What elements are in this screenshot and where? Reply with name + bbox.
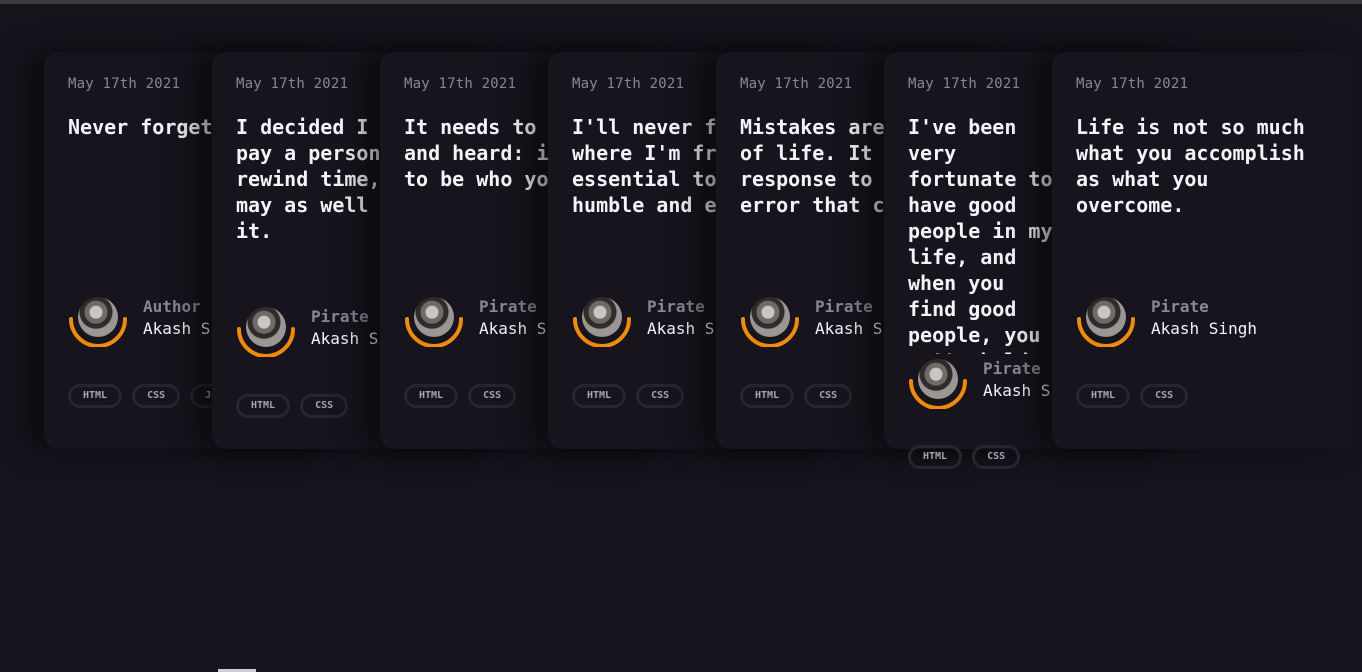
- avatar[interactable]: [404, 297, 464, 347]
- card-date: May 17th 2021: [1076, 76, 1189, 92]
- tag-list: HTML CSS: [908, 445, 1021, 469]
- avatar-photo: [750, 297, 790, 337]
- card-stack: May 17th 2021 Never forget that you are …: [0, 0, 1362, 672]
- author-name[interactable]: Akash Singh: [1151, 319, 1257, 338]
- tag-css[interactable]: CSS: [132, 384, 181, 408]
- author-role: Author: [143, 297, 201, 316]
- card-quote: I've been very fortunate to have good pe…: [908, 115, 1053, 354]
- tag-list: HTML CSS: [740, 384, 853, 408]
- card-date: May 17th 2021: [404, 76, 517, 92]
- tag-css[interactable]: CSS: [300, 394, 349, 418]
- tag-html[interactable]: HTML: [908, 445, 963, 469]
- avatar-photo: [246, 307, 286, 347]
- tag-html[interactable]: HTML: [1076, 384, 1131, 408]
- avatar[interactable]: [1076, 297, 1136, 347]
- tag-html[interactable]: HTML: [404, 384, 459, 408]
- tag-html[interactable]: HTML: [68, 384, 123, 408]
- author-role: Pirate: [311, 307, 369, 326]
- avatar[interactable]: [740, 297, 800, 347]
- avatar[interactable]: [908, 359, 968, 409]
- avatar[interactable]: [68, 297, 128, 347]
- tag-list: HTML CSS: [404, 384, 517, 408]
- card-date: May 17th 2021: [572, 76, 685, 92]
- author-role: Pirate: [479, 297, 537, 316]
- avatar-photo: [78, 297, 118, 337]
- card-date: May 17th 2021: [740, 76, 853, 92]
- tag-css[interactable]: CSS: [1140, 384, 1189, 408]
- tag-html[interactable]: HTML: [236, 394, 291, 418]
- card-date: May 17th 2021: [68, 76, 181, 92]
- card-date: May 17th 2021: [908, 76, 1021, 92]
- quote-card[interactable]: May 17th 2021 Life is not so much what y…: [1052, 52, 1350, 449]
- author-role: Pirate: [647, 297, 705, 316]
- tag-list: HTML CSS: [1076, 384, 1189, 408]
- author-role: Pirate: [983, 359, 1041, 378]
- author-role: Pirate: [815, 297, 873, 316]
- tag-list: HTML CSS: [236, 394, 349, 418]
- tag-html[interactable]: HTML: [572, 384, 627, 408]
- card-date: May 17th 2021: [236, 76, 349, 92]
- author-role: Pirate: [1151, 297, 1209, 316]
- card-quote: Life is not so much what you accomplish …: [1076, 115, 1305, 217]
- avatar[interactable]: [236, 307, 296, 357]
- tag-css[interactable]: CSS: [468, 384, 517, 408]
- tag-list: HTML CSS: [572, 384, 685, 408]
- tag-css[interactable]: CSS: [972, 445, 1021, 469]
- card-author[interactable]: Pirate Akash Singh: [1076, 297, 1336, 349]
- avatar-photo: [1086, 297, 1126, 337]
- avatar-photo: [582, 297, 622, 337]
- tag-css[interactable]: CSS: [804, 384, 853, 408]
- tag-html[interactable]: HTML: [740, 384, 795, 408]
- avatar[interactable]: [572, 297, 632, 347]
- card-author[interactable]: Pirate Akash Singh: [908, 359, 1068, 411]
- tag-css[interactable]: CSS: [636, 384, 685, 408]
- avatar-photo: [414, 297, 454, 337]
- tag-list: HTML CSS JS: [68, 384, 233, 408]
- avatar-photo: [918, 359, 958, 399]
